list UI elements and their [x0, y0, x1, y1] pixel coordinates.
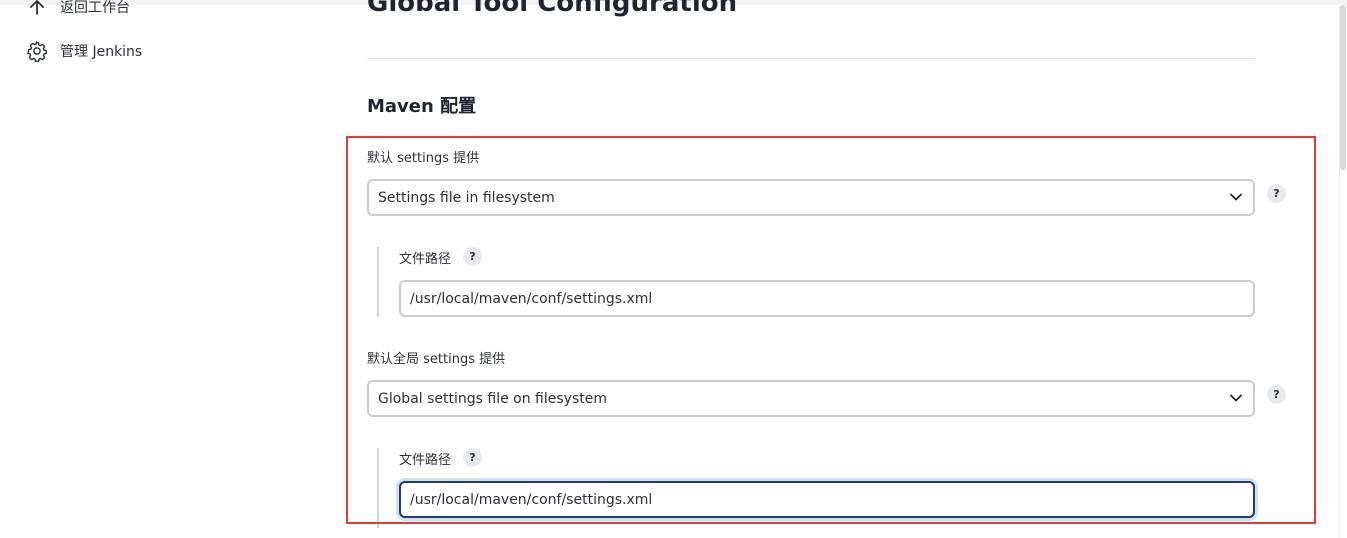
chevron-down-icon [1230, 193, 1242, 201]
default-settings-select[interactable]: Settings file in filesystem [367, 179, 1255, 216]
scrollbar-thumb[interactable] [1340, 5, 1346, 170]
default-settings-help-icon[interactable]: ? [1267, 184, 1286, 203]
default-settings-file-path-input[interactable] [399, 280, 1255, 317]
arrow-up-icon [26, 0, 48, 18]
nested-indent-bar [377, 448, 379, 528]
section-title: Maven 配置 [367, 96, 477, 117]
global-settings-help-icon[interactable]: ? [1267, 385, 1286, 404]
global-settings-label: 默认全局 settings 提供 [367, 352, 506, 367]
sidebar-item-manage-jenkins[interactable]: 管理 Jenkins [26, 38, 142, 64]
file-path-help-icon[interactable]: ? [463, 448, 482, 467]
file-path-help-icon[interactable]: ? [463, 247, 482, 266]
sidebar: 返回工作台 管理 Jenkins [0, 0, 330, 538]
sidebar-item-label: 返回工作台 [60, 0, 130, 16]
default-settings-label: 默认 settings 提供 [367, 151, 480, 166]
global-settings-select[interactable]: Global settings file on filesystem [367, 380, 1255, 417]
gear-icon [26, 40, 48, 62]
divider [367, 58, 1255, 59]
nested-indent-bar [377, 247, 379, 317]
main-content: Global Tool Configuration Maven 配置 默认 se… [367, 0, 1286, 538]
select-value: Settings file in filesystem [378, 189, 555, 206]
file-path-label: 文件路径 [399, 252, 452, 267]
page-title: Global Tool Configuration [367, 0, 738, 18]
global-settings-file-path-input[interactable] [399, 481, 1255, 518]
file-path-label: 文件路径 [399, 453, 452, 468]
select-value: Global settings file on filesystem [378, 390, 607, 407]
chevron-down-icon [1230, 394, 1242, 402]
sidebar-item-label: 管理 Jenkins [60, 44, 143, 60]
sidebar-item-back-to-dashboard[interactable]: 返回工作台 [26, 0, 130, 20]
